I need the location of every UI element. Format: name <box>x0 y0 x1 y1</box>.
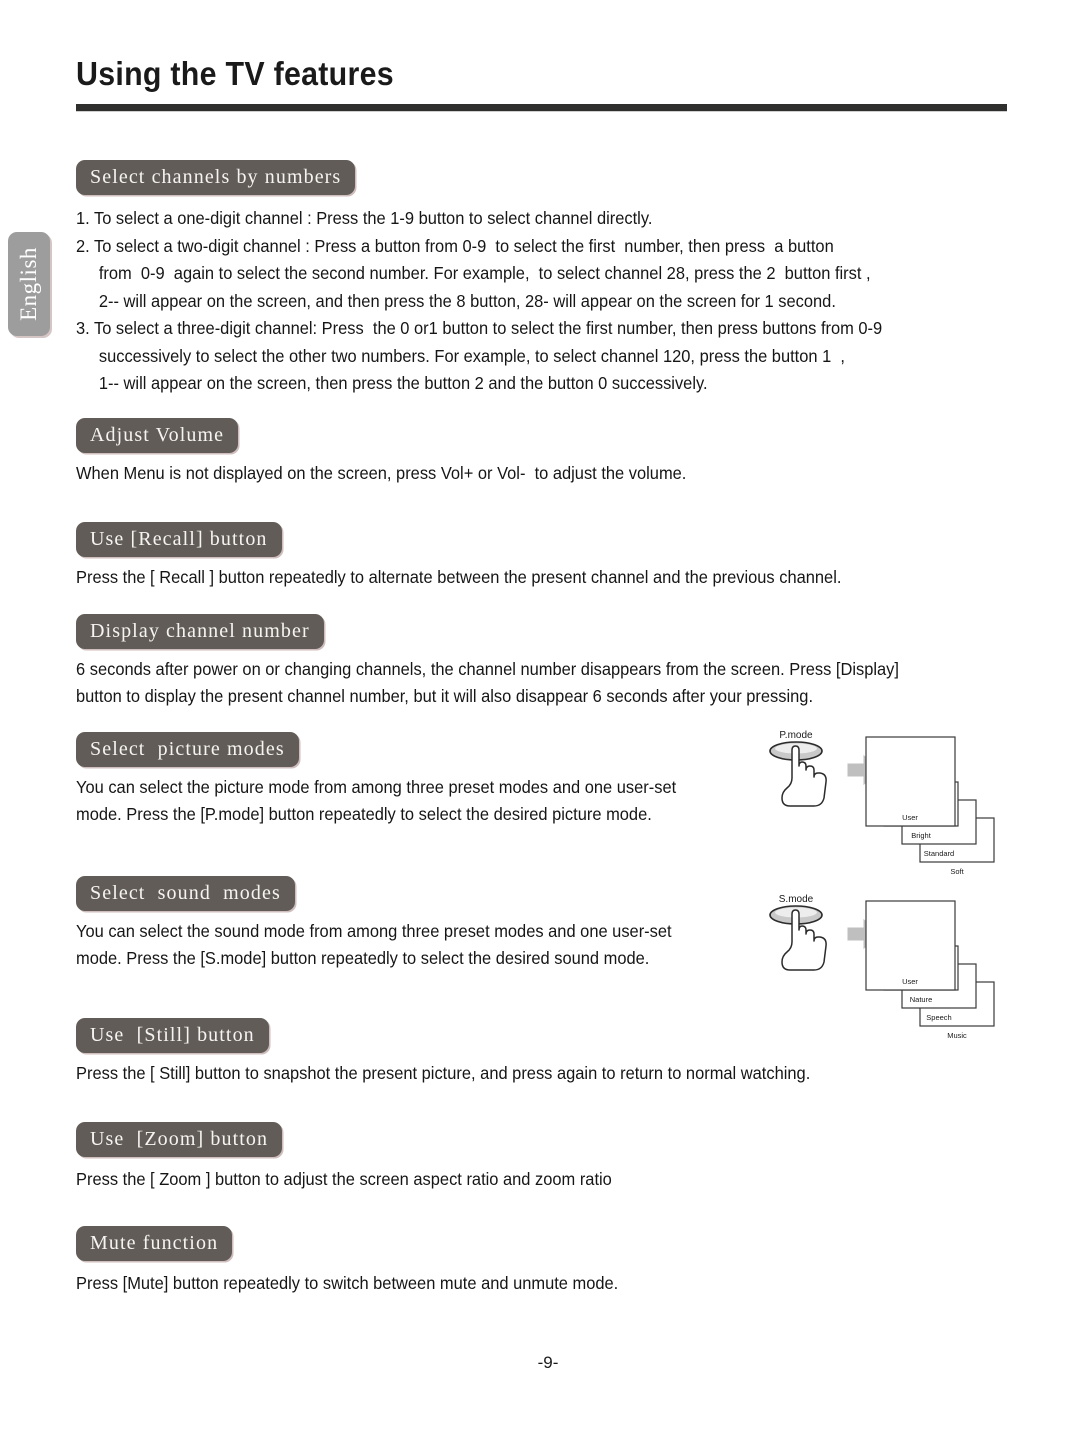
screen-label-soft: Soft <box>950 867 964 876</box>
list-item: 3. To select a three-digit channel: Pres… <box>76 318 883 393</box>
section-sound-modes-body: You can select the sound mode from among… <box>76 921 672 968</box>
badge-adjust-volume: Adjust Volume <box>76 418 239 453</box>
section-zoom-body: Press the [ Zoom ] button to adjust the … <box>76 1169 612 1189</box>
screen-label-standard: Standard <box>924 849 954 858</box>
badge-use-still-button: Use [Still] button <box>76 1018 269 1053</box>
screen-label-speech: Speech <box>926 1013 951 1022</box>
list-item: 2. To select a two-digit channel : Press… <box>76 235 871 311</box>
badge-use-zoom-button: Use [Zoom] button <box>76 1122 283 1157</box>
section-still-heading: Use [Still] button <box>76 1018 269 1053</box>
section-recall-heading: Use [Recall] button <box>76 522 282 557</box>
sound-mode-diagram-svg: S.mode User Nature Speech Music <box>769 894 995 1040</box>
badge-display-channel-number: Display channel number <box>76 614 324 649</box>
screen-label-user: User <box>902 977 918 986</box>
title-divider <box>76 104 1007 112</box>
section-adjust-volume-body: When Menu is not displayed on the screen… <box>76 463 687 483</box>
badge-use-recall-button: Use [Recall] button <box>76 522 282 557</box>
language-tab-english: English <box>8 232 50 336</box>
badge-mute-function: Mute function <box>76 1226 233 1261</box>
screen-label-nature: Nature <box>910 995 933 1004</box>
pmode-button-label-text: P.mode <box>779 730 813 741</box>
badge-select-channels: Select channels by numbers <box>76 160 356 195</box>
picture-mode-diagram: P.mode User Bright Standard Soft <box>762 724 1012 879</box>
page-content: Using the TV features Select channels by… <box>76 55 1020 1372</box>
section-picture-modes-heading: Select picture modes <box>76 732 299 767</box>
language-tab-label: English <box>16 247 41 321</box>
badge-select-sound-modes: Select sound modes <box>76 876 295 911</box>
section-zoom-heading: Use [Zoom] button <box>76 1122 283 1157</box>
manual-page: English Using the TV features Select cha… <box>0 0 1080 1438</box>
section-select-channels-body: 1. To select a one-digit channel : Press… <box>76 205 1026 398</box>
badge-select-picture-modes: Select picture modes <box>76 732 299 767</box>
section-picture-modes-body: You can select the picture mode from amo… <box>76 777 677 824</box>
section-still-body: Press the [ Still] button to snapshot th… <box>76 1063 811 1083</box>
screen-label-user: User <box>902 813 918 822</box>
section-select-channels-heading: Select channels by numbers <box>76 160 356 195</box>
sound-mode-screens <box>865 900 995 1027</box>
section-adjust-volume-heading: Adjust Volume <box>76 418 239 453</box>
picture-mode-screens <box>865 736 995 863</box>
page-title: Using the TV features <box>76 55 394 92</box>
section-recall-body: Press the [ Recall ] button repeatedly t… <box>76 567 842 587</box>
picture-mode-diagram-svg: P.mode User Bright Standard Soft <box>769 730 995 876</box>
section-sound-modes-heading: Select sound modes <box>76 876 295 911</box>
screen-label-bright: Bright <box>911 831 932 840</box>
section-display-channel-body: 6 seconds after power on or changing cha… <box>76 659 899 706</box>
page-number: -9- <box>537 1353 559 1372</box>
list-item: 1. To select a one-digit channel : Press… <box>76 208 653 228</box>
smode-button-label-text: S.mode <box>779 894 814 905</box>
section-display-channel-heading: Display channel number <box>76 614 324 649</box>
sound-mode-diagram: S.mode User Nature Speech Music <box>762 888 1012 1043</box>
section-mute-heading: Mute function <box>76 1226 233 1261</box>
screen-label-music: Music <box>947 1031 967 1040</box>
section-mute-body: Press [Mute] button repeatedly to switch… <box>76 1273 619 1293</box>
